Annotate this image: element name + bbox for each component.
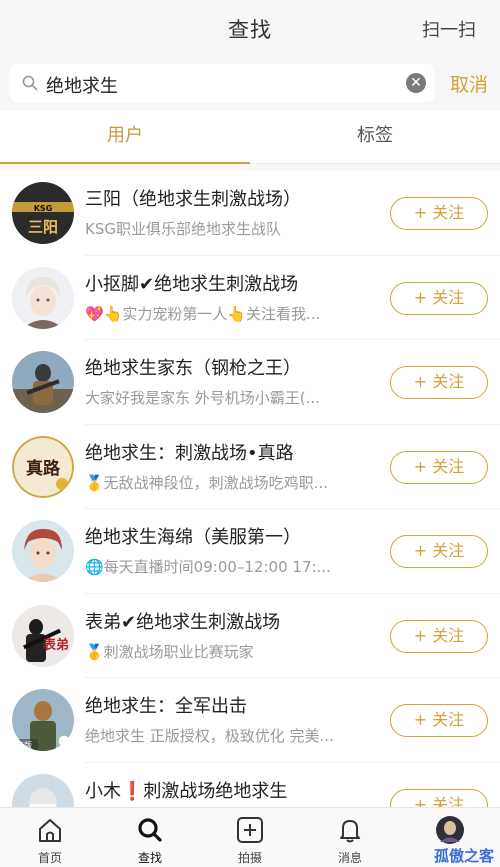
tab-bar: 用户 标签	[0, 110, 500, 164]
bell-icon	[340, 820, 360, 843]
user-name: 小木❗刺激战场绝地求生	[85, 780, 288, 802]
nav-home[interactable]: 首页	[0, 808, 100, 867]
bottom-nav: 首页 查找 拍摄 消息	[0, 807, 500, 867]
anime-boy-avatar[interactable]	[12, 266, 74, 329]
user-name: 绝地求生：全军出击	[85, 696, 247, 717]
svg-text:表弟: 表弟	[42, 637, 69, 653]
user-description: 🥇刺激战场职业比赛玩家	[85, 642, 254, 661]
follow-button[interactable]: + 关注	[390, 281, 488, 315]
user-name: 表弟✔绝地求生刺激战场	[85, 611, 281, 633]
anime-redhair-avatar[interactable]	[12, 520, 74, 582]
user-description: KSG职业俱乐部绝地求生战队	[85, 220, 281, 238]
svg-text:KSG: KSG	[34, 204, 53, 213]
tab-active-indicator	[0, 162, 250, 164]
nav-search[interactable]: 查找	[100, 808, 200, 867]
list-item[interactable]: KSG 三阳 三阳（绝地求生刺激战场） KSG职业俱乐部绝地求生战队 + 关注	[0, 171, 500, 256]
search-input[interactable]: 绝地求生 ✕	[10, 64, 434, 102]
search-row: 绝地求生 ✕ 取消	[0, 58, 500, 108]
gunner-avatar[interactable]: 表弟	[12, 604, 74, 667]
svg-text:三阳: 三阳	[28, 218, 58, 236]
user-name: 小抠脚✔绝地求生刺激战场	[85, 273, 299, 295]
plus-square-icon	[237, 817, 263, 843]
soldier-avatar[interactable]	[12, 351, 74, 413]
follow-button[interactable]: + 关注	[390, 619, 488, 653]
cancel-button[interactable]: 取消	[450, 70, 488, 97]
follow-button[interactable]: + 关注	[390, 788, 488, 807]
tab-users-label: 用户	[107, 125, 143, 146]
nav-label: 首页	[37, 851, 62, 865]
follow-button[interactable]: + 关注	[390, 450, 488, 484]
home-icon	[39, 819, 61, 842]
list-item[interactable]: 绝地求生家东（钢枪之王） 大家好我是家东 外号机场小霸王(... + 关注	[0, 340, 500, 425]
top-bar: 查找 扫一扫	[0, 0, 500, 58]
user-description: 🥇无敌战神段位，刺激战场吃鸡职...	[85, 473, 328, 492]
tab-tags-label: 标签	[357, 125, 393, 146]
svg-text:正版: 正版	[16, 740, 32, 750]
scan-button[interactable]: 扫一扫	[422, 16, 476, 42]
clear-icon[interactable]: ✕	[406, 73, 426, 93]
tab-users[interactable]: 用户	[0, 110, 250, 164]
search-value: 绝地求生	[46, 76, 118, 97]
watermark-text: 孤傲之客	[433, 847, 494, 865]
user-description: 🌐每天直播时间09:00–12:00 17:...	[85, 558, 331, 576]
list-item[interactable]: 小木❗刺激战场绝地求生 + 关注	[0, 763, 500, 807]
nav-label: 查找	[137, 851, 162, 865]
tab-tags[interactable]: 标签	[250, 110, 500, 164]
list-item[interactable]: 小抠脚✔绝地求生刺激战场 💖👆实力宠粉第一人👆关注看我... + 关注	[0, 256, 500, 340]
game-avatar[interactable]: 正版	[12, 689, 74, 751]
user-name: 三阳（绝地求生刺激战场）	[85, 189, 301, 210]
list-item[interactable]: 绝地求生海绵（美服第一） 🌐每天直播时间09:00–12:00 17:... +…	[0, 509, 500, 594]
user-result-list: KSG 三阳 三阳（绝地求生刺激战场） KSG职业俱乐部绝地求生战队 + 关注 …	[0, 171, 500, 807]
nav-messages[interactable]: 消息	[300, 808, 400, 867]
list-item[interactable]: 表弟 表弟✔绝地求生刺激战场 🥇刺激战场职业比赛玩家 + 关注	[0, 594, 500, 678]
nav-shoot[interactable]: 拍摄	[200, 808, 300, 867]
search-icon	[138, 818, 162, 842]
follow-button[interactable]: + 关注	[390, 704, 488, 737]
user-description: 💖👆实力宠粉第一人👆关注看我...	[85, 304, 321, 323]
nav-label: 消息	[337, 851, 362, 865]
user-name: 绝地求生：刺激战场•真路	[85, 442, 294, 464]
follow-button[interactable]: + 关注	[390, 535, 488, 568]
user-name: 绝地求生家东（钢枪之王）	[85, 358, 301, 379]
user-description: 绝地求生 正版授权，极致优化 完美...	[85, 727, 334, 745]
follow-button[interactable]: + 关注	[390, 197, 488, 230]
list-item[interactable]: 正版 绝地求生：全军出击 绝地求生 正版授权，极致优化 完美... + 关注	[0, 678, 500, 763]
ksg-logo-avatar[interactable]: KSG 三阳	[12, 182, 74, 244]
profile-avatar-icon	[436, 816, 464, 844]
user-description: 大家好我是家东 外号机场小霸王(...	[85, 389, 320, 407]
list-item[interactable]: 真路 绝地求生：刺激战场•真路 🥇无敌战神段位，刺激战场吃鸡职... + 关注	[0, 425, 500, 509]
follow-button[interactable]: + 关注	[390, 366, 488, 399]
search-icon	[22, 75, 38, 91]
masked-avatar[interactable]	[12, 773, 74, 807]
calligraphy-avatar[interactable]: 真路	[12, 435, 74, 498]
nav-label: 拍摄	[237, 851, 262, 865]
user-name: 绝地求生海绵（美服第一）	[85, 527, 301, 548]
svg-text:真路: 真路	[26, 458, 61, 479]
